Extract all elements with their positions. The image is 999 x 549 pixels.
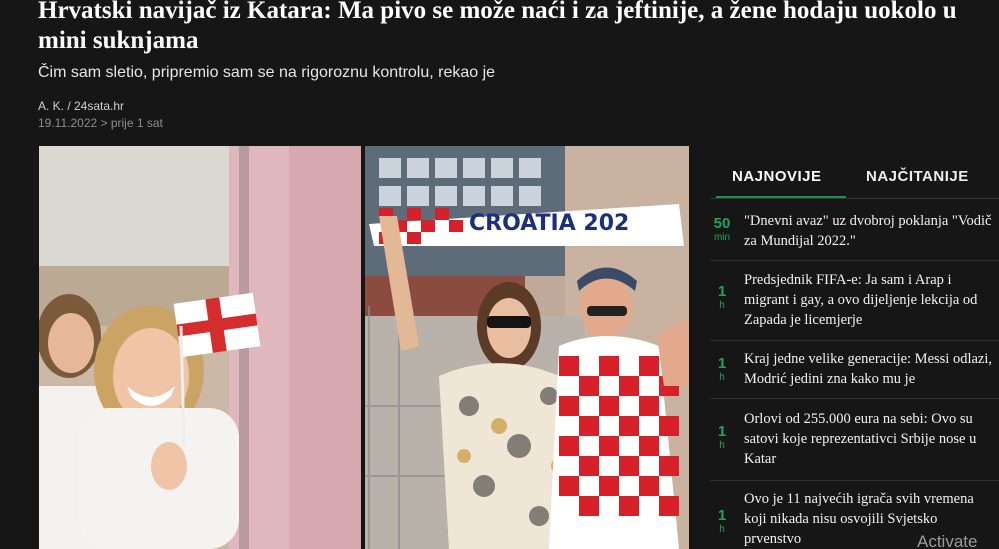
article-photo[interactable]: CROATIA 202 [39, 146, 689, 549]
tabs-divider [710, 198, 999, 199]
article-date: 19.11.2022 > prije 1 sat [38, 116, 163, 130]
article-title: Hrvatski navijač iz Katara: Ma pivo se m… [38, 0, 957, 54]
news-age-value: 1 [717, 423, 727, 440]
news-divider [710, 480, 999, 481]
scarf-text: CROATIA 202 [469, 211, 629, 236]
news-age-unit: h [719, 372, 725, 383]
tab-najnovije[interactable]: NAJNOVIJE [732, 168, 822, 185]
tab-najcitanije[interactable]: NAJČITANIJE [866, 168, 969, 185]
news-divider [710, 398, 999, 399]
news-item[interactable]: 1 h Kraj jedne velike generacije: Messi … [710, 344, 999, 399]
news-age: 1 h [710, 356, 734, 384]
news-age: 1 h [710, 284, 734, 312]
activate-windows-watermark: Activate [917, 532, 978, 549]
news-sidebar: NAJNOVIJE NAJČITANIJE 50 min "Dnevni ava… [710, 146, 999, 549]
article-lead: Čim sam sletio, pripremio sam se na rigo… [38, 64, 496, 81]
sidebar-tabs: NAJNOVIJE NAJČITANIJE [710, 146, 999, 200]
news-age: 50 min [710, 216, 734, 244]
news-title[interactable]: Kraj jedne velike generacije: Messi odla… [744, 349, 996, 389]
news-age-unit: min [713, 232, 731, 243]
news-item[interactable]: 50 min "Dnevni avaz" uz dvobroj poklanja… [710, 210, 999, 261]
news-item[interactable]: 1 h Orlovi od 255.000 eura na sebi: Ovo … [710, 402, 999, 481]
news-age-value: 50 [713, 215, 731, 232]
photo-illustration: CROATIA 202 [39, 146, 689, 549]
news-title[interactable]: Orlovi od 255.000 eura na sebi: Ovo su s… [744, 409, 996, 469]
news-age-value: 1 [717, 507, 727, 524]
news-title[interactable]: "Dnevni avaz" uz dvobroj poklanja "Vodič… [744, 211, 996, 251]
news-divider [710, 260, 999, 261]
news-age-unit: h [719, 300, 725, 311]
news-divider [710, 340, 999, 341]
article-author[interactable]: A. K. / 24sata.hr [38, 99, 124, 113]
news-age: 1 h [710, 424, 734, 452]
news-item[interactable]: 1 h Predsjednik FIFA-e: Ja sam i Arap i … [710, 262, 999, 341]
news-age-value: 1 [717, 283, 727, 300]
news-age-value: 1 [717, 355, 727, 372]
news-title[interactable]: Predsjednik FIFA-e: Ja sam i Arap i migr… [744, 270, 996, 330]
news-age-unit: h [719, 440, 725, 451]
news-age-unit: h [719, 524, 725, 535]
news-age: 1 h [710, 508, 734, 536]
